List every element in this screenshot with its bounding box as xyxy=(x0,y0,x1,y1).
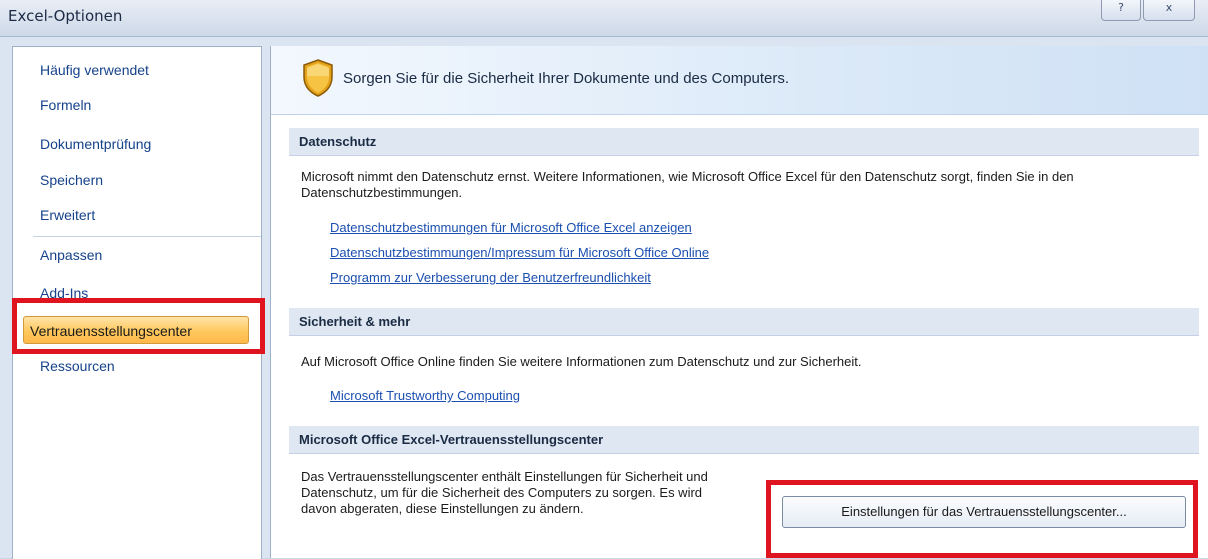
link-privacy-office-online[interactable]: Datenschutzbestimmungen/Impressum für Mi… xyxy=(330,245,709,260)
sidebar-item-anpassen[interactable]: Anpassen xyxy=(40,247,102,263)
sidebar-divider xyxy=(33,236,261,237)
section-header-trust-center: Microsoft Office Excel-Vertrauensstellun… xyxy=(289,426,1199,454)
highlight-box-sidebar xyxy=(12,298,265,354)
sidebar-item-dokumentpruefung[interactable]: Dokumentprüfung xyxy=(40,136,151,152)
privacy-description: Microsoft nimmt den Datenschutz ernst. W… xyxy=(301,169,1074,200)
link-trustworthy-computing[interactable]: Microsoft Trustworthy Computing xyxy=(330,388,520,403)
sidebar-item-haeufig-verwendet[interactable]: Häufig verwendet xyxy=(40,62,149,78)
sidebar-item-formeln[interactable]: Formeln xyxy=(40,97,91,113)
help-button[interactable]: ? xyxy=(1101,0,1141,21)
section-header-sicherheit: Sicherheit & mehr xyxy=(289,308,1199,336)
sidebar-item-speichern[interactable]: Speichern xyxy=(40,172,103,188)
shield-icon xyxy=(303,59,333,97)
window-title: Excel-Optionen xyxy=(8,7,123,25)
trust-center-description: Das Vertrauensstellungscenter enthält Ei… xyxy=(301,469,708,516)
section-header-datenschutz: Datenschutz xyxy=(289,128,1199,156)
highlight-box-button xyxy=(766,480,1198,558)
banner-text: Sorgen Sie für die Sicherheit Ihrer Doku… xyxy=(343,70,790,87)
close-button[interactable]: x xyxy=(1143,0,1195,21)
excel-options-dialog: Excel-Optionen ? x Häufig verwendet Form… xyxy=(0,0,1208,559)
sidebar-item-ressourcen[interactable]: Ressourcen xyxy=(40,358,115,374)
title-bar: Excel-Optionen ? x xyxy=(0,0,1208,37)
link-privacy-excel[interactable]: Datenschutzbestimmungen für Microsoft Of… xyxy=(330,220,692,235)
sidebar-item-erweitert[interactable]: Erweitert xyxy=(40,207,95,223)
security-description: Auf Microsoft Office Online finden Sie w… xyxy=(301,354,862,369)
link-ceip[interactable]: Programm zur Verbesserung der Benutzerfr… xyxy=(330,270,651,285)
header-banner: Sorgen Sie für die Sicherheit Ihrer Doku… xyxy=(271,46,1208,115)
